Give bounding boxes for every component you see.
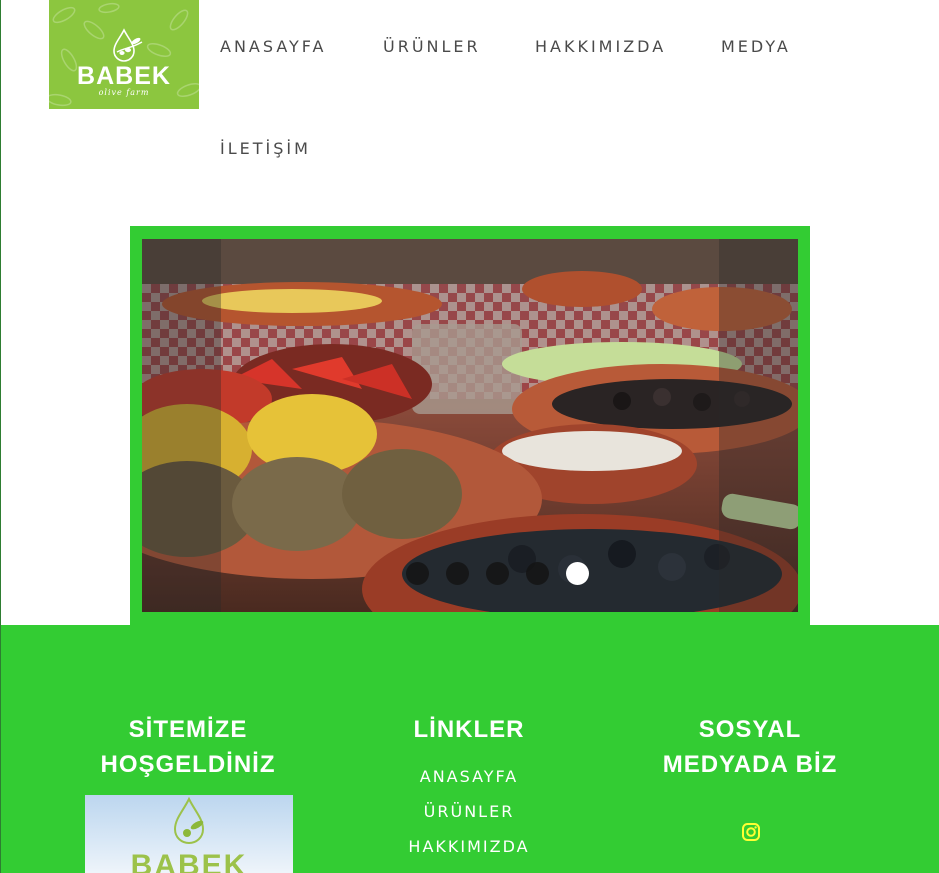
- slider-dot-4[interactable]: [526, 562, 549, 585]
- slider-dot-1[interactable]: [406, 562, 429, 585]
- nav-item-anasayfa[interactable]: ANASAYFA: [220, 37, 326, 57]
- footer-link-urunler[interactable]: ÜRÜNLER: [369, 802, 569, 821]
- social-title: SOSYAL MEDYADA BİZ: [650, 712, 850, 782]
- logo-brand: BABEK: [77, 62, 171, 90]
- social-title-line1: SOSYAL: [698, 716, 802, 743]
- social-title-line2: MEDYADA BİZ: [662, 751, 838, 778]
- slider-dot-3[interactable]: [486, 562, 509, 585]
- footer: SİTEMİZE HOŞGELDİNİZ BABEK LİNKLER ANASA…: [1, 625, 939, 873]
- olive-drop-icon: [113, 28, 143, 62]
- nav-item-hakkimizda[interactable]: HAKKIMIZDA: [535, 37, 666, 57]
- slider-prev-area[interactable]: [142, 239, 221, 612]
- welcome-title-line1: SİTEMİZE: [128, 716, 248, 743]
- nav-item-urunler[interactable]: ÜRÜNLER: [383, 37, 481, 57]
- footer-link-hakkimizda[interactable]: HAKKIMIZDA: [369, 837, 569, 856]
- welcome-logo-image: BABEK: [85, 795, 293, 873]
- nav-item-iletisim[interactable]: İLETİŞİM: [220, 139, 311, 159]
- welcome-image-brand: BABEK: [130, 849, 248, 873]
- slider-dot-5[interactable]: [566, 562, 589, 585]
- slider-dots: [406, 562, 589, 585]
- slider-next-area[interactable]: [719, 239, 798, 612]
- nav-item-medya[interactable]: MEDYA: [721, 37, 791, 57]
- footer-link-anasayfa[interactable]: ANASAYFA: [369, 767, 569, 786]
- logo-subtitle: olive farm: [98, 88, 150, 97]
- logo[interactable]: BABEK olive farm: [49, 0, 199, 109]
- welcome-title: SİTEMİZE HOŞGELDİNİZ: [88, 712, 288, 782]
- links-title: LİNKLER: [413, 716, 525, 743]
- welcome-title-line2: HOŞGELDİNİZ: [100, 751, 276, 778]
- slider-image: [142, 239, 798, 612]
- instagram-icon[interactable]: [741, 822, 761, 842]
- food-table-photo: [142, 239, 798, 612]
- slider-dot-2[interactable]: [446, 562, 469, 585]
